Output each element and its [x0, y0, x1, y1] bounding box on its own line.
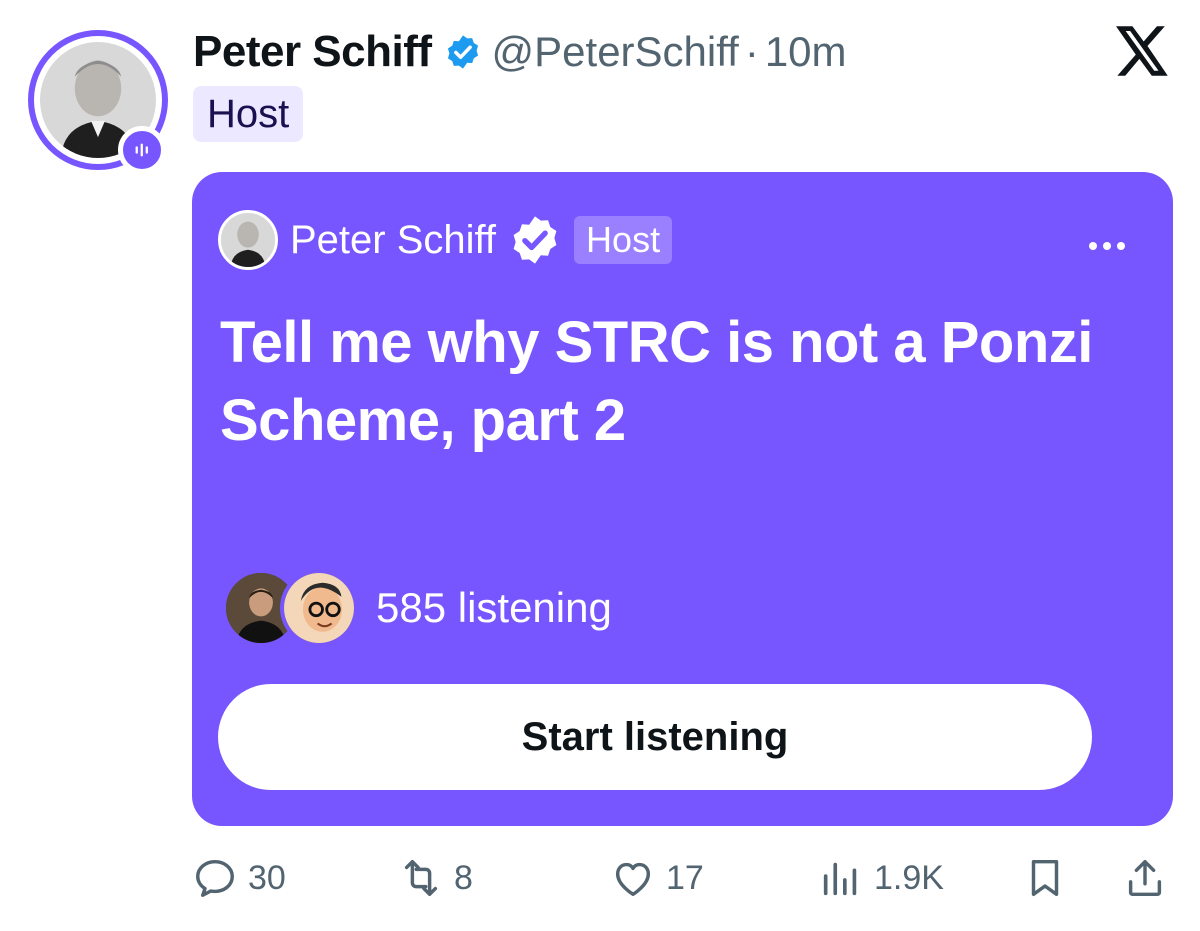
reply-button[interactable]: 30: [192, 850, 286, 906]
space-host-avatar: [218, 210, 278, 270]
share-icon: [1128, 859, 1162, 897]
reply-icon: [196, 859, 234, 897]
repost-icon: [404, 859, 438, 897]
views-icon: [823, 862, 857, 896]
listener-avatar: [280, 569, 358, 647]
listening-count: 585 listening: [376, 584, 612, 631]
space-card[interactable]: Peter Schiff Host Tell me why STRC is no…: [192, 172, 1173, 826]
start-listening-button[interactable]: Start listening: [218, 684, 1092, 790]
space-host-tag: Host: [574, 216, 673, 264]
repost-count: 8: [454, 858, 473, 897]
post-time[interactable]: 10m: [765, 28, 847, 76]
listeners-row: 585 listening: [222, 568, 612, 648]
space-title: Tell me why STRC is not a Ponzi Scheme, …: [220, 310, 1093, 453]
host-tag: Host: [193, 86, 304, 142]
verified-badge-icon: [447, 35, 478, 69]
verified-badge-icon: [513, 216, 557, 264]
author-handle[interactable]: @PeterSchiff: [492, 28, 739, 76]
spaces-live-icon: [118, 126, 166, 174]
like-button[interactable]: 17: [610, 850, 704, 906]
more-options-icon[interactable]: [1089, 242, 1125, 250]
views-button[interactable]: 1.9K: [818, 850, 944, 906]
share-button[interactable]: [1122, 850, 1168, 906]
tweet-actions: 30 8 17 1.9K: [0, 850, 1200, 910]
reply-count: 30: [248, 858, 286, 897]
space-host-row: Peter Schiff Host: [218, 210, 673, 270]
view-count: 1.9K: [874, 858, 944, 897]
repost-button[interactable]: 8: [398, 850, 473, 906]
separator-dot: ·: [744, 28, 759, 75]
heart-icon: [615, 862, 651, 897]
author-display-name[interactable]: Peter Schiff: [193, 27, 432, 77]
x-logo-icon: [1116, 26, 1168, 76]
space-host-name: Peter Schiff: [290, 217, 497, 262]
author-row: Peter Schiff @PeterSchiff · 10m: [193, 24, 847, 80]
bookmark-button[interactable]: [1022, 850, 1068, 906]
like-count: 17: [666, 858, 704, 897]
bookmark-icon: [1031, 859, 1059, 897]
